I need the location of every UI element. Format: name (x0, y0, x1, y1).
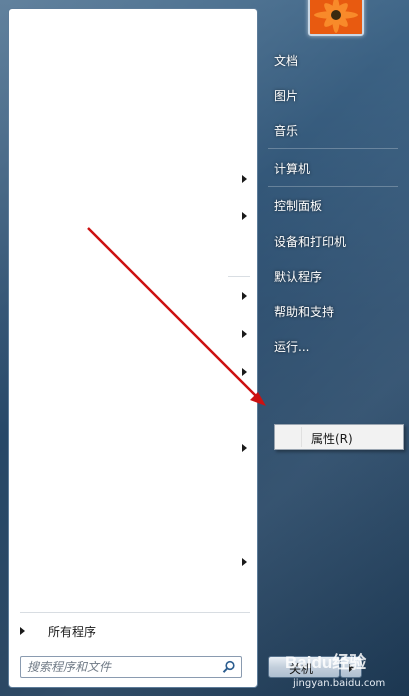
annotation-arrow (87, 227, 266, 406)
start-menu: 所有程序 文档 图片 音乐 计算机 控制面板 设备和打印机 默认程序 帮助和支持… (0, 0, 409, 696)
